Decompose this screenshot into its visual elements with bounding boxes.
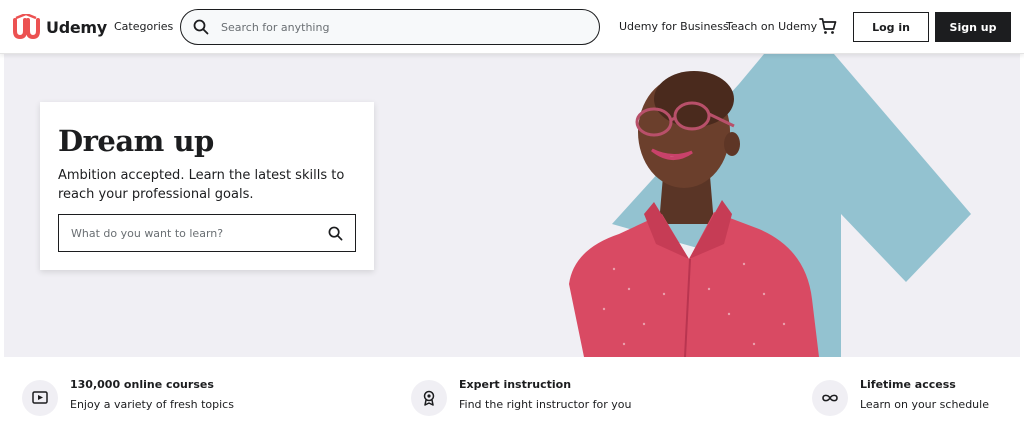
feature-title: 130,000 online courses: [70, 378, 214, 391]
play-video-icon: [22, 380, 58, 416]
infinity-icon: [812, 380, 848, 416]
login-button[interactable]: Log in: [853, 12, 929, 42]
categories-menu[interactable]: Categories: [114, 20, 173, 33]
hero-illustration: [569, 54, 971, 357]
hero-search-box[interactable]: [58, 214, 356, 252]
feature-item-courses: 130,000 online courses Enjoy a variety o…: [22, 378, 234, 416]
top-header: Udemy Categories Udemy for Business Teac…: [0, 0, 1024, 54]
udemy-for-business-link[interactable]: Udemy for Business: [619, 20, 729, 33]
udemy-logo[interactable]: Udemy: [12, 14, 107, 40]
search-icon[interactable]: [193, 19, 209, 35]
logo-text: Udemy: [46, 17, 107, 37]
search-icon[interactable]: [328, 226, 343, 241]
hero-subtitle: Ambition accepted. Learn the latest skil…: [58, 168, 345, 202]
feature-title: Expert instruction: [459, 378, 572, 391]
award-ribbon-icon: [411, 380, 447, 416]
hero-banner: Dream up Ambition accepted. Learn the la…: [4, 54, 1020, 357]
signup-button[interactable]: Sign up: [935, 12, 1011, 42]
shopping-cart-icon[interactable]: [819, 17, 837, 35]
feature-subtitle: Find the right instructor for you: [459, 398, 632, 411]
header-search-input[interactable]: [221, 20, 581, 34]
hero-title: Dream up: [58, 124, 214, 158]
hero-search-input[interactable]: [59, 226, 319, 240]
feature-item-instruction: Expert instruction Find the right instru…: [411, 378, 631, 416]
feature-title: Lifetime access: [860, 378, 956, 391]
feature-subtitle: Enjoy a variety of fresh topics: [70, 398, 234, 411]
udemy-logo-icon: [13, 14, 40, 40]
features-strip: 130,000 online courses Enjoy a variety o…: [0, 357, 1024, 431]
feature-item-lifetime: Lifetime access Learn on your schedule: [812, 378, 989, 416]
header-search-bar[interactable]: [180, 9, 600, 45]
feature-subtitle: Learn on your schedule: [860, 398, 989, 411]
teach-on-udemy-link[interactable]: Teach on Udemy: [726, 20, 817, 33]
hero-card: Dream up Ambition accepted. Learn the la…: [40, 102, 374, 270]
